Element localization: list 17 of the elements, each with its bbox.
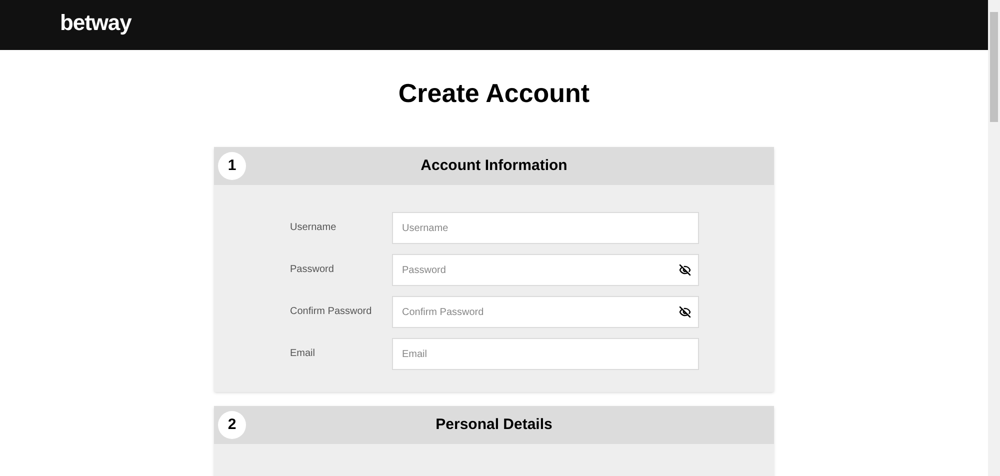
page-title: Create Account — [397, 77, 591, 110]
eye-icon[interactable] — [679, 306, 691, 318]
input-field[interactable]: Email — [392, 338, 699, 370]
step-number: 2 — [218, 411, 246, 439]
scrollbar[interactable] — [988, 0, 1000, 476]
input-field[interactable]: Confirm Password — [392, 296, 699, 328]
section-title: Personal Details — [436, 414, 552, 435]
input-field[interactable]: Password — [392, 254, 699, 286]
section-title: Account Information — [420, 156, 568, 176]
input-field[interactable]: Username — [392, 212, 699, 244]
field-label: Password — [290, 262, 335, 276]
step-number: 1 — [218, 152, 246, 180]
field-label: Username — [290, 220, 338, 234]
logo[interactable]: betway — [60, 6, 132, 39]
field-label: Email — [290, 346, 316, 360]
field-label: Confirm Password — [290, 304, 373, 318]
eye-icon[interactable] — [679, 264, 691, 276]
